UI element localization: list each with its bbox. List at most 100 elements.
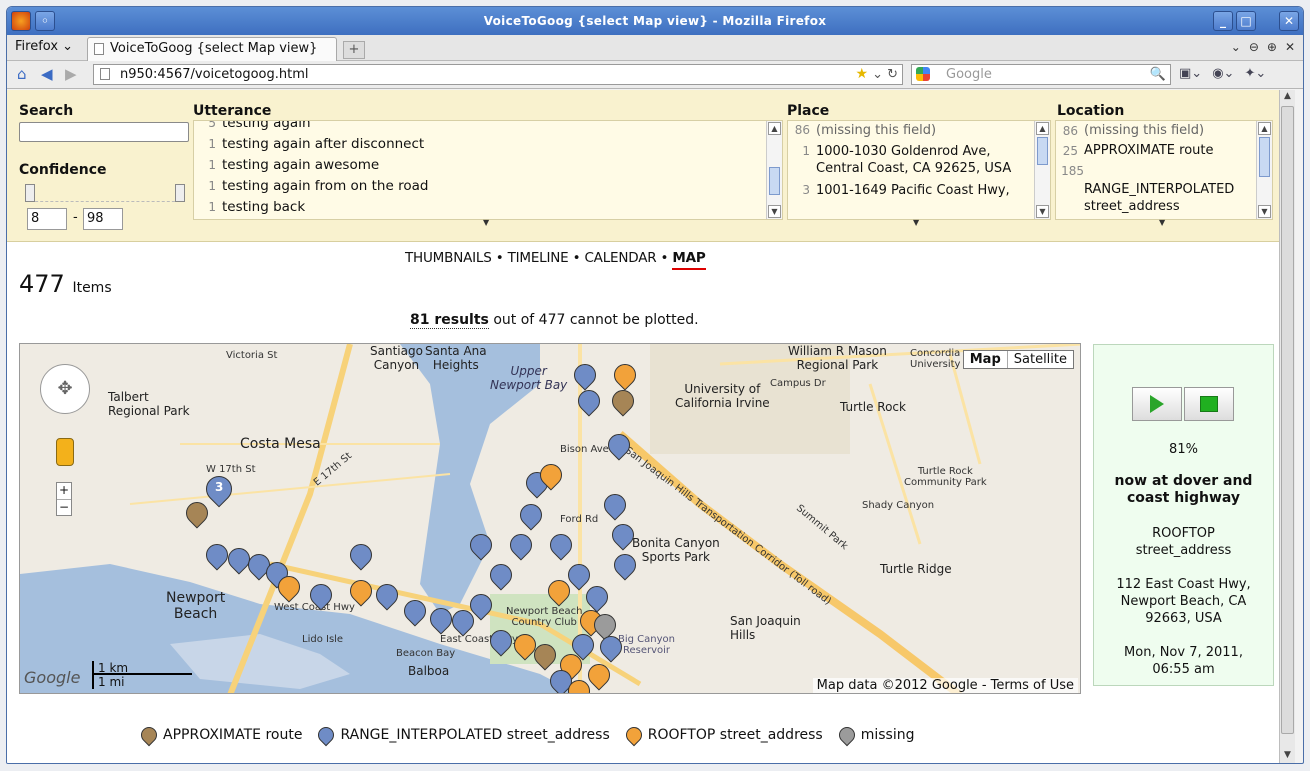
maximize-icon[interactable]: □ (1236, 11, 1256, 31)
marker-icon (622, 723, 646, 747)
place-list: 86 (missing this field) 1 1000-1030 Golden… (787, 120, 1051, 220)
google-logo: Google (24, 668, 81, 687)
resize-handle-icon[interactable]: ▼ (913, 218, 919, 227)
item-count: 477 Items (19, 270, 112, 298)
close-tab-icon[interactable]: ✕ (1285, 40, 1295, 54)
map-label: Talbert Regional Park (108, 390, 190, 418)
map-label: Santa Ana Heights (425, 344, 487, 372)
map-label: Victoria St (226, 350, 278, 361)
map-copyright[interactable]: Map data ©2012 Google - Terms of Use (812, 678, 1078, 693)
search-facet-label: Search (19, 103, 74, 119)
home-icon[interactable]: ⌂ (17, 65, 27, 83)
scroll-down-icon[interactable]: ▼ (1281, 750, 1294, 763)
tab-timeline[interactable]: TIMELINE (508, 250, 569, 266)
list-item[interactable]: 86 (missing this field) (1056, 121, 1272, 141)
search-input[interactable] (19, 122, 189, 142)
reload-icon[interactable]: ⌄ ↻ (872, 65, 898, 84)
back-icon[interactable]: ◀ (41, 65, 53, 83)
tab-bar: Firefox ⌄ VoiceToGoog {select Map view} … (7, 35, 1303, 61)
map-label: W 17th St (206, 464, 256, 475)
list-item[interactable]: 86 (missing this field) (788, 121, 1050, 140)
map-legend: APPROXIMATE route RANGE_INTERPOLATED str… (137, 723, 915, 747)
tab-thumbnails[interactable]: THUMBNAILS (405, 250, 492, 266)
location-scrollbar[interactable]: ▲ ▼ (1256, 121, 1272, 219)
map-type-satellite-button[interactable]: Satellite (1008, 351, 1073, 368)
zoom-in-icon[interactable]: ⊕ (1267, 40, 1277, 54)
scrollbar-thumb[interactable] (1281, 106, 1294, 734)
map-label: Newport Beach Country Club (506, 606, 583, 628)
list-item[interactable]: 1 testing again from on the road (194, 176, 782, 197)
zoom-out-button[interactable]: − (57, 499, 71, 515)
tab-calendar[interactable]: CALENDAR (584, 250, 656, 266)
zoom-in-button[interactable]: + (57, 483, 71, 499)
binoculars-icon[interactable]: 🔍 (1150, 65, 1166, 84)
location-kind: street_address (1135, 543, 1232, 558)
slider-max-handle[interactable] (175, 184, 185, 202)
map-label: Ford Rd (560, 514, 599, 525)
url-field[interactable]: n950:4567/voicetogoog.html ★ ⌄ ↻ (93, 64, 903, 85)
window-title: VoiceToGoog {select Map view} - Mozilla … (483, 14, 827, 28)
close-icon[interactable]: ✕ (1279, 11, 1299, 31)
list-item[interactable]: 1 testing again after disconnect (194, 134, 782, 155)
title-bar: ◦ VoiceToGoog {select Map view} - Mozill… (7, 7, 1303, 35)
stop-button[interactable] (1184, 387, 1234, 421)
firefox-menu-button[interactable]: Firefox ⌄ (15, 39, 73, 54)
list-item[interactable]: 1 testing again awesome (194, 155, 782, 176)
list-item[interactable]: 5 testing again (194, 121, 782, 134)
new-tab-button[interactable]: + (343, 41, 365, 59)
view-tabs: THUMBNAILS • TIMELINE • CALENDAR • MAP (405, 250, 706, 270)
legend-item: RANGE_INTERPOLATED street_address (315, 723, 610, 747)
slider-min-handle[interactable] (25, 184, 35, 202)
legend-item: APPROXIMATE route (137, 723, 302, 747)
window-menu-icon[interactable]: ◦ (35, 11, 55, 31)
zoom-control: + − (56, 482, 72, 516)
list-item[interactable]: 1 1000-1030 Goldenrod Ave, Central Coast,… (788, 143, 1050, 177)
tab-voicetogoog[interactable]: VoiceToGoog {select Map view} (87, 37, 337, 61)
minimize-icon[interactable]: _ (1213, 11, 1233, 31)
list-item[interactable]: 185 (1056, 161, 1272, 181)
marker-icon (315, 723, 338, 747)
bookmarks-icon[interactable]: ▣⌄ (1179, 66, 1202, 81)
page-content: Search Confidence 8 - 98 Utterance 5 test… (7, 90, 1279, 763)
list-item[interactable]: 1 testing back (194, 197, 782, 218)
street-view-pegman-icon[interactable] (56, 438, 74, 466)
map-label: Concordia University (910, 348, 961, 370)
page-scrollbar[interactable]: ▲ ▼ (1279, 90, 1295, 763)
tab-map[interactable]: MAP (672, 250, 706, 270)
addon-icon[interactable]: ✦⌄ (1244, 66, 1266, 81)
bookmark-star-icon[interactable]: ★ (855, 65, 868, 84)
map-label: Beacon Bay (396, 648, 456, 659)
map-label: San Joaquin Hills (730, 614, 801, 642)
map-type-map-button[interactable]: Map (964, 351, 1008, 368)
list-item[interactable]: RANGE_INTERPOLATED street_address (1056, 181, 1272, 215)
play-button[interactable] (1132, 387, 1182, 421)
firefox-icon[interactable] (11, 11, 31, 31)
results-summary: 81 results out of 477 cannot be plotted. (410, 312, 699, 329)
google-icon[interactable] (916, 67, 930, 81)
confidence-max-input[interactable]: 98 (83, 208, 123, 230)
resize-handle-icon[interactable]: ▼ (1159, 218, 1165, 227)
results-link[interactable]: 81 results (410, 312, 489, 329)
map-view[interactable]: Map Satellite ✥ + − Costa Mesa Newport B… (19, 343, 1081, 694)
pan-control[interactable]: ✥ (40, 364, 90, 414)
map-label: Balboa (408, 664, 450, 678)
confidence-min-input[interactable]: 8 (27, 208, 67, 230)
map-type-control: Map Satellite (962, 350, 1074, 369)
forward-icon[interactable]: ▶ (65, 65, 77, 83)
search-engine-field[interactable]: Google 🔍 (911, 64, 1171, 85)
marker-icon (835, 723, 859, 747)
list-item[interactable]: 25 APPROXIMATE route (1056, 141, 1272, 161)
resize-handle-icon[interactable]: ▼ (483, 218, 489, 227)
place-scrollbar[interactable]: ▲ ▼ (1034, 121, 1050, 219)
list-item[interactable]: 3 1001-1649 Pacific Coast Hwy, (788, 182, 1050, 199)
globe-icon[interactable]: ◉⌄ (1212, 66, 1234, 81)
tab-list-icon[interactable]: ⌄ (1231, 40, 1241, 54)
scroll-up-icon[interactable]: ▲ (1281, 91, 1294, 105)
zoom-out-icon[interactable]: ⊖ (1249, 40, 1259, 54)
map-label: Turtle Rock Community Park (904, 466, 987, 488)
map-label: Santiago Canyon (370, 344, 423, 372)
confidence-slider[interactable] (25, 184, 185, 202)
utterance-scrollbar[interactable]: ▲ ▼ (766, 121, 782, 219)
map-label: Newport Beach (166, 590, 226, 622)
tab-label: VoiceToGoog {select Map view} (110, 41, 318, 56)
